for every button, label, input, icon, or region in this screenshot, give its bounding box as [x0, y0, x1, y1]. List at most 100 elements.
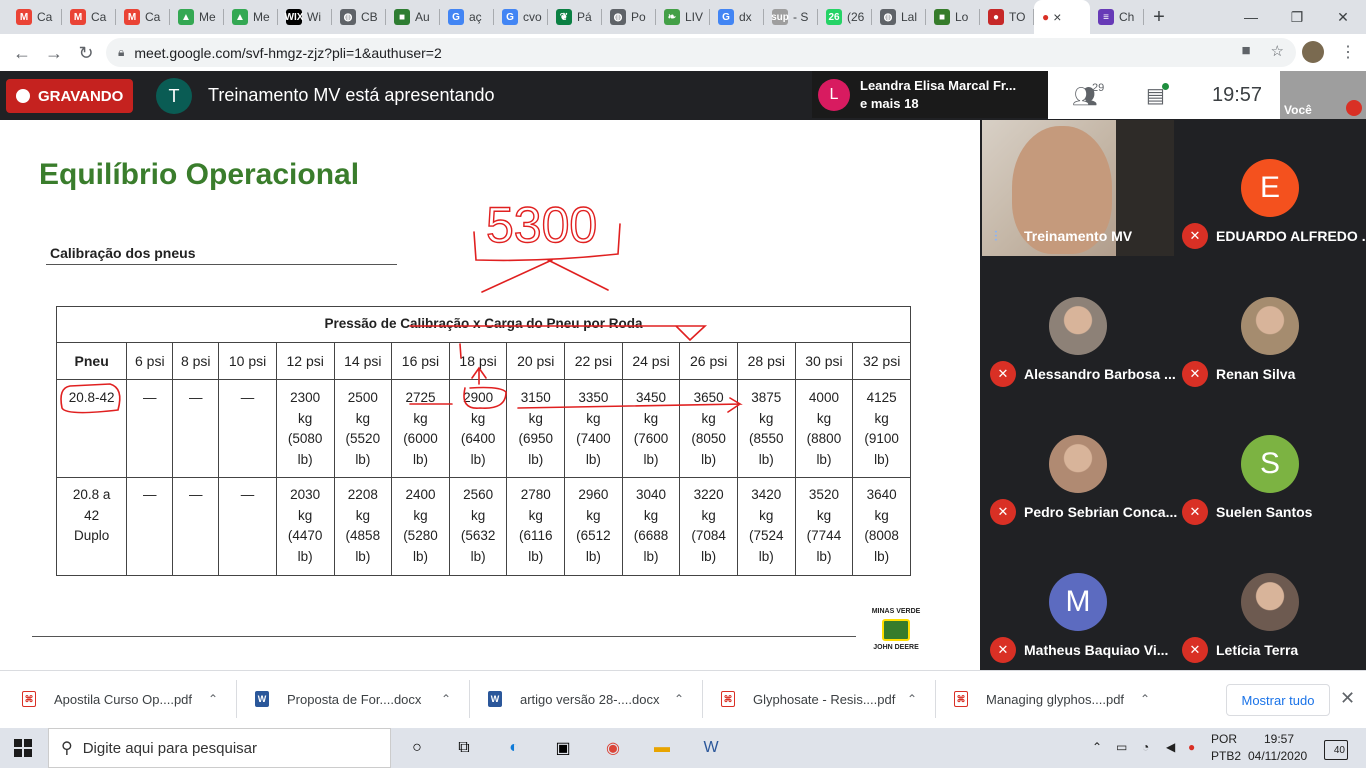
participant-name: Letícia Terra: [1216, 642, 1299, 658]
download-item[interactable]: ⌘ Managing glyphos....pdf ⌃: [954, 670, 1174, 728]
camera-icon[interactable]: ■: [1241, 42, 1250, 60]
reload-icon[interactable]: ↻: [70, 37, 102, 69]
browser-tab[interactable]: 26 (26: [818, 0, 872, 34]
browser-tab[interactable]: ≡ Ch: [1090, 0, 1144, 34]
mic-off-icon: ✕: [1182, 223, 1208, 249]
download-separator: [236, 680, 237, 718]
file-explorer-icon[interactable]: ▬: [650, 736, 674, 760]
gmail-icon: M: [124, 9, 140, 25]
tab-title: Ca: [37, 10, 53, 24]
close-downloads-icon[interactable]: ✕: [1340, 688, 1355, 709]
url-input[interactable]: 🔒︎ meet.google.com/svf-hmgz-zjz?pli=1&au…: [106, 38, 1296, 67]
browser-tab[interactable]: ◍ Lal: [872, 0, 926, 34]
download-filename: Apostila Curso Op....pdf: [54, 691, 193, 707]
participant-tile[interactable]: E ✕ EDUARDO ALFREDO ...: [1174, 120, 1366, 256]
globe-icon: ◍: [340, 9, 356, 25]
browser-tab[interactable]: ■ Au: [386, 0, 440, 34]
sup-icon: sup: [771, 9, 789, 25]
browser-tab[interactable]: ■ Lo: [926, 0, 980, 34]
edge-icon[interactable]: ◐: [502, 736, 526, 760]
download-item[interactable]: ⌘ Glyphosate - Resis....pdf ⌃: [721, 670, 941, 728]
browser-tab[interactable]: ▲ Me: [170, 0, 224, 34]
battery-icon[interactable]: ▭: [1116, 740, 1127, 754]
presenter-avatar: T: [156, 78, 192, 114]
tray-chevron-icon[interactable]: ⌃: [1092, 740, 1102, 754]
join-notification: L Leandra Elisa Marcal Fr... e mais 18: [812, 71, 1048, 118]
word-icon[interactable]: W: [699, 736, 723, 760]
browser-tab-active[interactable]: ● ×: [1034, 0, 1090, 34]
browser-tab[interactable]: M Ca: [116, 0, 170, 34]
participant-tile[interactable]: ✕ Alessandro Barbosa ...: [982, 258, 1176, 394]
store-icon[interactable]: ▣: [551, 736, 575, 760]
chevron-up-icon[interactable]: ⌃: [441, 692, 451, 706]
browser-tab[interactable]: WIX Wi: [278, 0, 332, 34]
browser-tab-strip: M Ca M Ca M Ca ▲ Me ▲ Me WIX Wi ◍ CB ■ Au Gaç Gcvo ❦ Pá ◍ Po ❧…: [0, 0, 1366, 34]
mic-off-icon: ✕: [990, 637, 1016, 663]
taskbar-time[interactable]: 19:57: [1264, 732, 1294, 746]
close-window-icon[interactable]: ✕: [1320, 0, 1366, 34]
back-arrow-icon[interactable]: ←: [6, 37, 38, 69]
forward-arrow-icon[interactable]: →: [38, 37, 70, 69]
participant-tile[interactable]: ✕ Renan Silva: [1174, 258, 1366, 394]
maximize-icon[interactable]: ❐: [1274, 0, 1320, 34]
tab-title: Au: [415, 10, 430, 24]
lang-secondary[interactable]: PTB2: [1211, 749, 1241, 763]
bookmark-star-icon[interactable]: ☆: [1271, 42, 1284, 60]
participant-tile[interactable]: ✕ Letícia Terra: [1174, 534, 1366, 670]
notification-line1: Leandra Elisa Marcal Fr...: [860, 78, 1017, 93]
word-doc-icon: W: [488, 691, 502, 707]
chevron-up-icon[interactable]: ⌃: [1140, 692, 1150, 706]
download-item[interactable]: Wartigo versão 28-....docx ⌃: [488, 670, 708, 728]
chevron-up-icon[interactable]: ⌃: [208, 692, 218, 706]
mic-tray-icon[interactable]: ●: [1188, 740, 1195, 754]
ink-annotations: 5300: [60, 196, 743, 414]
participant-name: Alessandro Barbosa ...: [1024, 366, 1176, 382]
download-item[interactable]: ⌘ Apostila Curso Op....pdf ⌃: [22, 670, 242, 728]
chrome-icon[interactable]: ◉: [601, 736, 625, 760]
browser-tab[interactable]: ● TO: [980, 0, 1034, 34]
taskbar-date[interactable]: 04/11/2020: [1248, 749, 1307, 763]
lang-primary[interactable]: POR: [1211, 732, 1237, 746]
browser-tab[interactable]: Gdx: [710, 0, 764, 34]
volume-icon[interactable]: ◀: [1166, 740, 1175, 754]
profile-avatar[interactable]: [1302, 41, 1324, 63]
participant-avatar: M: [1049, 573, 1107, 631]
browser-tab[interactable]: ▲ Me: [224, 0, 278, 34]
windows-start-icon[interactable]: [14, 739, 32, 757]
download-filename: Glyphosate - Resis....pdf: [753, 691, 896, 707]
browser-tab[interactable]: Gaç: [440, 0, 494, 34]
people-count: 29: [1092, 82, 1105, 94]
chat-unread-dot: [1162, 83, 1169, 90]
minimize-icon[interactable]: —: [1228, 0, 1274, 34]
new-tab-button[interactable]: +: [1144, 0, 1174, 34]
browser-tab[interactable]: ❧ LIV: [656, 0, 710, 34]
browser-tab[interactable]: ◍ Po: [602, 0, 656, 34]
participant-tile[interactable]: S ✕ Suelen Santos: [1174, 396, 1366, 532]
self-video-tile[interactable]: Você: [1280, 71, 1366, 119]
address-bar-row: ← → ↻ 🔒︎ meet.google.com/svf-hmgz-zjz?pl…: [0, 34, 1366, 71]
browser-tab[interactable]: sup - S: [764, 0, 818, 34]
participant-tile[interactable]: ✕ Pedro Sebrian Conca...: [982, 396, 1177, 532]
show-all-downloads-button[interactable]: Mostrar tudo: [1226, 684, 1330, 716]
taskbar-search-input[interactable]: ⚲ Digite aqui para pesquisar: [48, 728, 391, 768]
tab-title: Lo: [955, 10, 969, 24]
notification-center-icon[interactable]: 40: [1324, 740, 1348, 760]
download-item[interactable]: W Proposta de For....docx ⌃: [255, 670, 475, 728]
wifi-icon[interactable]: ◔: [1142, 740, 1149, 754]
browser-tab[interactable]: ◍ CB: [332, 0, 386, 34]
self-label: Você: [1284, 103, 1312, 117]
browser-menu-icon[interactable]: ⋮: [1340, 42, 1356, 62]
close-tab-icon[interactable]: ×: [1053, 9, 1061, 25]
browser-tab[interactable]: ❦ Pá: [548, 0, 602, 34]
browser-tab[interactable]: Gcvo: [494, 0, 548, 34]
chevron-up-icon[interactable]: ⌃: [674, 692, 684, 706]
gmail-icon: M: [70, 9, 86, 25]
tab-title: dx: [739, 10, 752, 24]
cortana-icon[interactable]: ○: [405, 736, 429, 760]
participant-tile[interactable]: M ✕ Matheus Baquiao Vi...: [982, 534, 1174, 670]
participant-name: EDUARDO ALFREDO ...: [1216, 228, 1366, 244]
browser-tab[interactable]: M Ca: [8, 0, 62, 34]
browser-tab[interactable]: M Ca: [62, 0, 116, 34]
chevron-up-icon[interactable]: ⌃: [907, 692, 917, 706]
task-view-icon[interactable]: ⧉: [452, 736, 476, 760]
